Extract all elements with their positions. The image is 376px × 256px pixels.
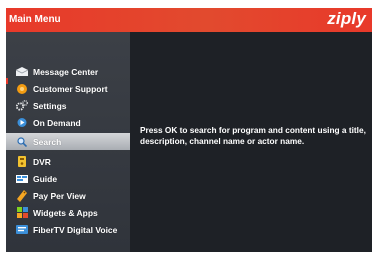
dvr-icon (16, 156, 28, 168)
menu-item-search[interactable]: Search (6, 133, 130, 150)
gear-icon (16, 100, 28, 112)
brand-logo: ziply (327, 9, 366, 28)
menu-item-dvr[interactable]: DVR (6, 153, 130, 170)
menu-label: Customer Support (33, 83, 108, 94)
menu-label: Widgets & Apps (33, 207, 98, 218)
menu-label: Pay Per View (33, 190, 86, 201)
widgets-icon (16, 207, 28, 219)
menu-item-fibertv-digital-voice[interactable]: FiberTV Digital Voice (6, 221, 130, 238)
search-description: Press OK to search for program and conte… (140, 125, 366, 146)
menu-item-pay-per-view[interactable]: Pay Per View (6, 187, 130, 204)
menu-label: Settings (33, 100, 67, 111)
search-icon (16, 136, 28, 148)
pay-per-view-icon (16, 189, 28, 202)
on-demand-icon (16, 117, 28, 129)
digital-voice-icon (16, 224, 28, 236)
menu-label: FiberTV Digital Voice (33, 224, 118, 235)
menu-item-on-demand[interactable]: On Demand (6, 114, 130, 131)
menu-label: Guide (33, 173, 58, 184)
page-title: Main Menu (9, 14, 61, 25)
menu-label: DVR (33, 156, 51, 167)
menu-item-message-center[interactable]: Message Center (6, 63, 130, 80)
menu-item-widgets-apps[interactable]: Widgets & Apps (6, 204, 130, 221)
menu-label: Search (33, 136, 62, 147)
menu-label: Message Center (33, 66, 99, 77)
menu-item-settings[interactable]: Settings (6, 97, 130, 114)
menu-item-customer-support[interactable]: Customer Support (6, 80, 130, 97)
support-icon (16, 83, 28, 95)
menu-item-guide[interactable]: Guide (6, 170, 130, 187)
main-menu-sidebar: Message Center Customer Support Settings… (6, 32, 130, 252)
guide-icon (16, 173, 28, 185)
header-bar: Main Menu ziply (6, 8, 372, 32)
menu-label: On Demand (33, 117, 81, 128)
envelope-icon (16, 66, 28, 78)
